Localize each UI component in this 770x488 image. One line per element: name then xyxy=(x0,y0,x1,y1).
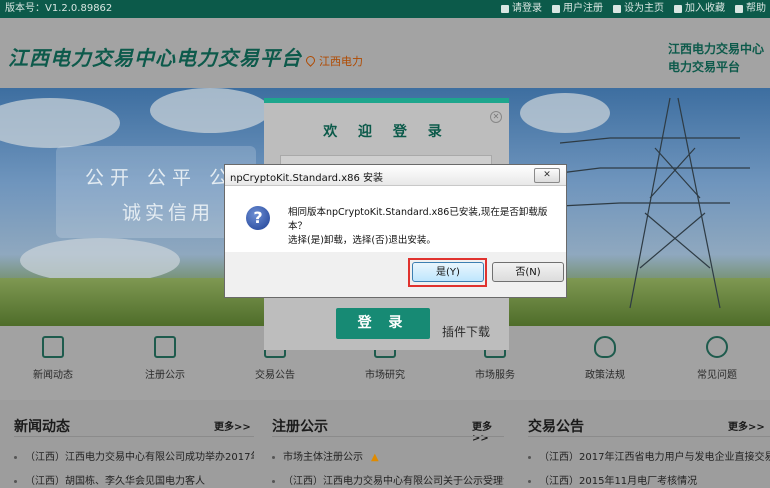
column-title: 交易公告 xyxy=(528,419,584,435)
close-icon[interactable]: ✕ xyxy=(490,111,502,123)
more-link[interactable]: 更多>> xyxy=(214,418,251,433)
top-bar: 版本号：V1.2.0.89862 请登录 用户注册 设为主页 加入收藏 帮助 xyxy=(0,0,770,18)
dialog-close-button[interactable]: ✕ xyxy=(534,168,560,183)
site-header: 江西电力交易中心电力交易平台 江西电力 江西电力交易中心 电力交易平台 xyxy=(0,18,770,88)
registration-column: 注册公示 更多>> 市场主体注册公示 ▲ （江西）江西电力交易中心有限公司关于公示… xyxy=(272,400,504,488)
column-title: 注册公示 xyxy=(272,419,328,435)
nav-label: 常见问题 xyxy=(697,370,737,381)
set-homepage-link[interactable]: 设为主页 xyxy=(613,0,664,18)
nav-label: 政策法规 xyxy=(585,370,625,381)
policy-shield-icon xyxy=(594,336,616,358)
login-link[interactable]: 请登录 xyxy=(501,0,542,18)
nav-news[interactable]: 新闻动态 xyxy=(8,336,98,381)
register-link[interactable]: 用户注册 xyxy=(552,0,603,18)
cloud-decoration xyxy=(20,238,180,283)
right-brand-line2: 电力交易平台 xyxy=(668,60,741,74)
faq-chat-icon xyxy=(706,336,728,358)
list-item[interactable]: （江西）2015年11月电厂考核情况 xyxy=(528,472,770,487)
plugin-download-link[interactable]: 插件下载 xyxy=(442,323,490,340)
question-icon: ? xyxy=(246,206,270,230)
column-title: 新闻动态 xyxy=(14,419,70,435)
list-item[interactable]: （江西）江西电力交易中心有限公司关于公示受理注 xyxy=(272,472,504,487)
more-link[interactable]: 更多>> xyxy=(472,418,504,444)
home-icon xyxy=(613,5,621,13)
power-tower-illustration xyxy=(560,97,750,309)
message-line1: 相同版本npCryptoKit.Standard.x86已安装,现在是否卸载版本… xyxy=(288,207,548,232)
help-icon xyxy=(735,5,743,13)
region-selector[interactable]: 江西电力 xyxy=(304,53,363,69)
cloud-decoration xyxy=(150,88,270,133)
dialog-message: 相同版本npCryptoKit.Standard.x86已安装,现在是否卸载版本… xyxy=(288,206,558,248)
new-flag-icon: ▲ xyxy=(371,452,379,463)
notice-board-icon xyxy=(154,336,176,358)
nav-policy[interactable]: 政策法规 xyxy=(560,336,650,381)
nav-label: 市场服务 xyxy=(475,370,515,381)
nav-registration-notice[interactable]: 注册公示 xyxy=(120,336,210,381)
list-item[interactable]: 市场主体注册公示 ▲ xyxy=(272,448,504,463)
dialog-titlebar[interactable]: npCryptoKit.Standard.x86 安装 ✕ xyxy=(225,165,566,186)
add-favorite-link[interactable]: 加入收藏 xyxy=(674,0,725,18)
nav-label: 新闻动态 xyxy=(33,370,73,381)
login-title: 欢 迎 登 录 xyxy=(323,124,450,140)
cloud-decoration xyxy=(0,98,120,148)
news-section: 新闻动态 更多>> （江西）江西电力交易中心有限公司成功举办2017年 （江西）… xyxy=(0,400,770,488)
message-line2: 选择(是)卸载，选择(否)退出安装。 xyxy=(288,235,436,246)
install-dialog: npCryptoKit.Standard.x86 安装 ✕ ? 相同版本npCr… xyxy=(224,164,567,298)
more-link[interactable]: 更多>> xyxy=(728,418,765,433)
divider xyxy=(14,436,254,437)
right-brand-line1: 江西电力交易中心 xyxy=(668,42,765,56)
login-button[interactable]: 登 录 xyxy=(336,308,430,339)
version-text: 版本号：V1.2.0.89862 xyxy=(5,3,113,14)
region-label: 江西电力 xyxy=(319,55,363,68)
slogan-line1: 公开 公平 公 xyxy=(85,167,235,189)
divider xyxy=(272,436,504,437)
nav-faq[interactable]: 常见问题 xyxy=(672,336,762,381)
dialog-title: npCryptoKit.Standard.x86 安装 xyxy=(230,173,384,184)
top-links: 请登录 用户注册 设为主页 加入收藏 帮助 xyxy=(491,0,766,18)
list-item[interactable]: （江西）江西电力交易中心有限公司成功举办2017年 xyxy=(14,448,254,463)
nav-label: 注册公示 xyxy=(145,370,185,381)
help-link[interactable]: 帮助 xyxy=(735,0,766,18)
dialog-body: ? 相同版本npCryptoKit.Standard.x86已安装,现在是否卸载… xyxy=(225,186,566,252)
location-pin-icon xyxy=(304,54,317,67)
user-icon xyxy=(501,5,509,13)
site-title[interactable]: 江西电力交易中心电力交易平台 xyxy=(8,42,302,71)
nav-label: 市场研究 xyxy=(365,370,405,381)
nav-label: 交易公告 xyxy=(255,370,295,381)
star-icon xyxy=(674,5,682,13)
yes-button[interactable]: 是(Y) xyxy=(412,262,484,282)
right-brand: 江西电力交易中心 电力交易平台 xyxy=(668,40,768,76)
trading-column: 交易公告 更多>> （江西）2017年江西省电力用户与发电企业直接交易 （江西）… xyxy=(528,400,770,488)
divider xyxy=(528,436,770,437)
list-item[interactable]: （江西）胡国栋、李久华会见国电力客人 xyxy=(14,472,254,487)
news-column: 新闻动态 更多>> （江西）江西电力交易中心有限公司成功举办2017年 （江西）… xyxy=(14,400,254,488)
no-button[interactable]: 否(N) xyxy=(492,262,564,282)
list-item[interactable]: （江西）2017年江西省电力用户与发电企业直接交易 xyxy=(528,448,770,463)
register-icon xyxy=(552,5,560,13)
slogan-line2: 诚实信用 xyxy=(122,202,215,224)
news-icon xyxy=(42,336,64,358)
